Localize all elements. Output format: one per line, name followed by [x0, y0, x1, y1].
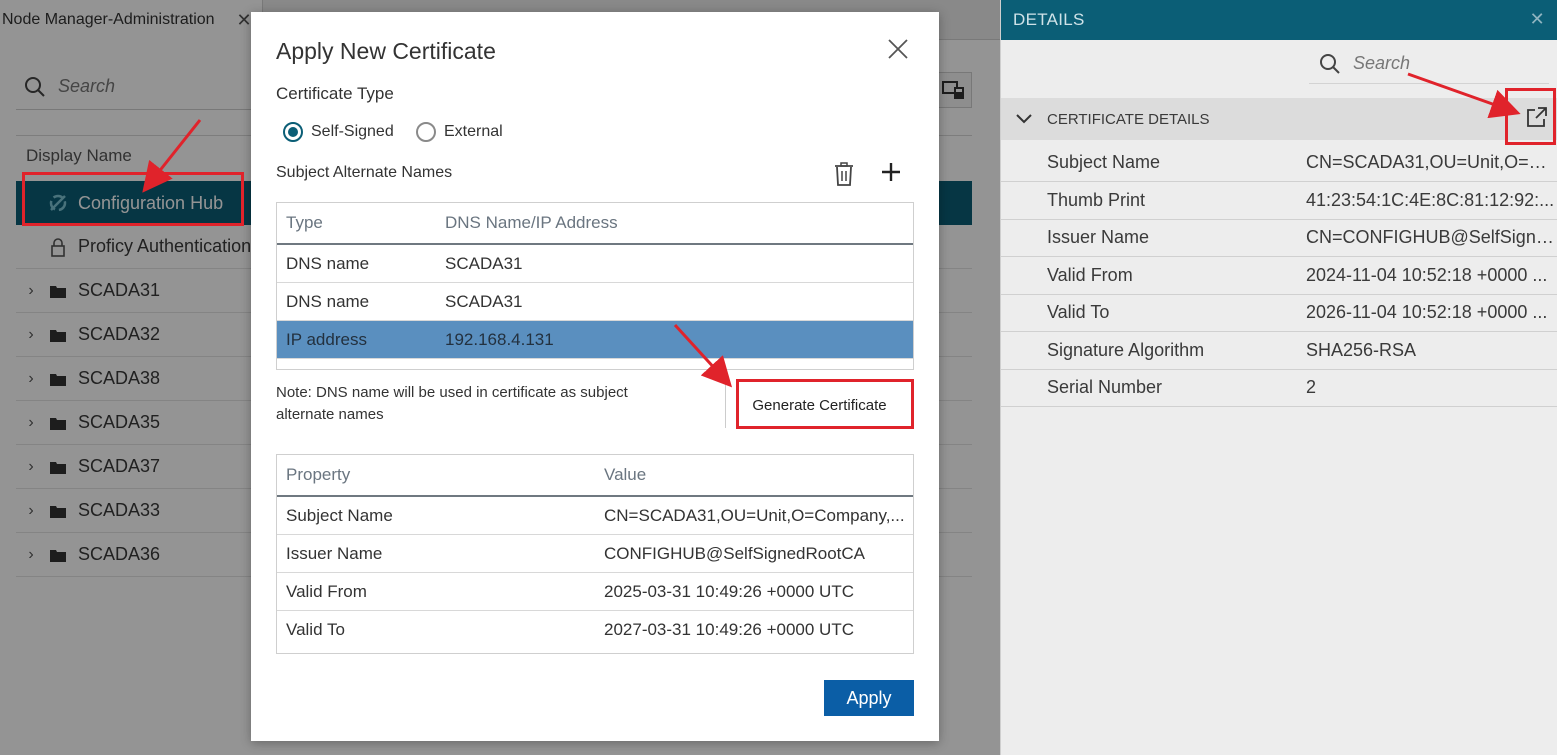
trash-icon[interactable]: [833, 162, 855, 191]
radio-button[interactable]: [416, 122, 436, 142]
add-icon[interactable]: [879, 160, 903, 189]
certificate-type-label: Certificate Type: [276, 84, 394, 103]
detail-row-valid-to: Valid To 2026-11-04 10:52:18 +0000 ...: [1001, 294, 1557, 332]
detail-row-subject-name: Subject Name CN=SCADA31,OU=Unit,O=Co...: [1001, 144, 1557, 182]
details-panel: DETAILS ✕ Search CERTIFICATE DETAILS Sub…: [1000, 0, 1557, 755]
apply-button[interactable]: Apply: [824, 680, 914, 716]
detail-row-signature-algorithm: Signature Algorithm SHA256-RSA: [1001, 332, 1557, 370]
details-title: DETAILS: [1013, 10, 1085, 29]
detail-row-issuer-name: Issuer Name CN=CONFIGHUB@SelfSigne...: [1001, 219, 1557, 257]
annotation-box-popout: [1505, 88, 1556, 145]
search-icon: [1320, 53, 1340, 74]
table-header: Property Value: [277, 455, 913, 497]
table-row[interactable]: DNS name SCADA31: [277, 283, 913, 321]
section-title: CERTIFICATE DETAILS: [1047, 110, 1210, 128]
table-row: Valid To 2027-03-31 10:49:26 +0000 UTC: [286, 620, 854, 639]
table-row[interactable]: DNS name SCADA31: [277, 245, 913, 283]
annotation-box-config-hub: [22, 172, 244, 226]
table-row: Valid From 2025-03-31 10:49:26 +0000 UTC: [277, 573, 913, 611]
table-row: Subject Name CN=SCADA31,OU=Unit,O=Compan…: [277, 497, 913, 535]
close-icon[interactable]: [887, 38, 909, 65]
app-window: Node Manager-Administration ✕ Search Dis…: [0, 0, 1557, 755]
radio-label: External: [444, 123, 503, 140]
table-row: Issuer Name CONFIGHUB@SelfSignedRootCA: [277, 535, 913, 573]
certificate-details-section[interactable]: CERTIFICATE DETAILS: [1001, 98, 1557, 140]
table-row-selected[interactable]: IP address 192.168.4.131: [277, 321, 913, 359]
apply-certificate-dialog: Apply New Certificate Certificate Type S…: [251, 12, 939, 741]
radio-external[interactable]: External: [416, 122, 503, 142]
radio-self-signed[interactable]: Self-Signed: [283, 122, 394, 142]
close-icon[interactable]: ✕: [1530, 9, 1545, 30]
annotation-box-generate: [736, 379, 914, 429]
detail-row-valid-from: Valid From 2024-11-04 10:52:18 +0000 ...: [1001, 257, 1557, 295]
detail-row-thumb-print: Thumb Print 41:23:54:1C:4E:8C:81:12:92:.…: [1001, 182, 1557, 220]
certificate-property-table: Property Value Subject Name CN=SCADA31,O…: [276, 454, 914, 654]
detail-row-serial-number: Serial Number 2: [1001, 369, 1557, 407]
san-note: Note: DNS name will be used in certifica…: [276, 384, 628, 423]
details-search-input[interactable]: Search: [1309, 44, 1549, 84]
dialog-title: Apply New Certificate: [276, 38, 496, 64]
column-header-type: Type: [286, 213, 323, 232]
table-header: Type DNS Name/IP Address: [277, 203, 913, 245]
column-header-dns-ip: DNS Name/IP Address: [445, 213, 618, 232]
radio-label: Self-Signed: [311, 123, 394, 140]
san-table: Type DNS Name/IP Address DNS name SCADA3…: [276, 202, 914, 370]
chevron-down-icon[interactable]: [1001, 111, 1047, 128]
radio-button-checked[interactable]: [283, 122, 303, 142]
details-header: DETAILS ✕: [1001, 0, 1557, 40]
column-header-property: Property: [286, 465, 351, 484]
search-placeholder: Search: [1353, 53, 1411, 73]
column-header-value: Value: [604, 465, 647, 484]
san-label: Subject Alternate Names: [276, 164, 453, 181]
